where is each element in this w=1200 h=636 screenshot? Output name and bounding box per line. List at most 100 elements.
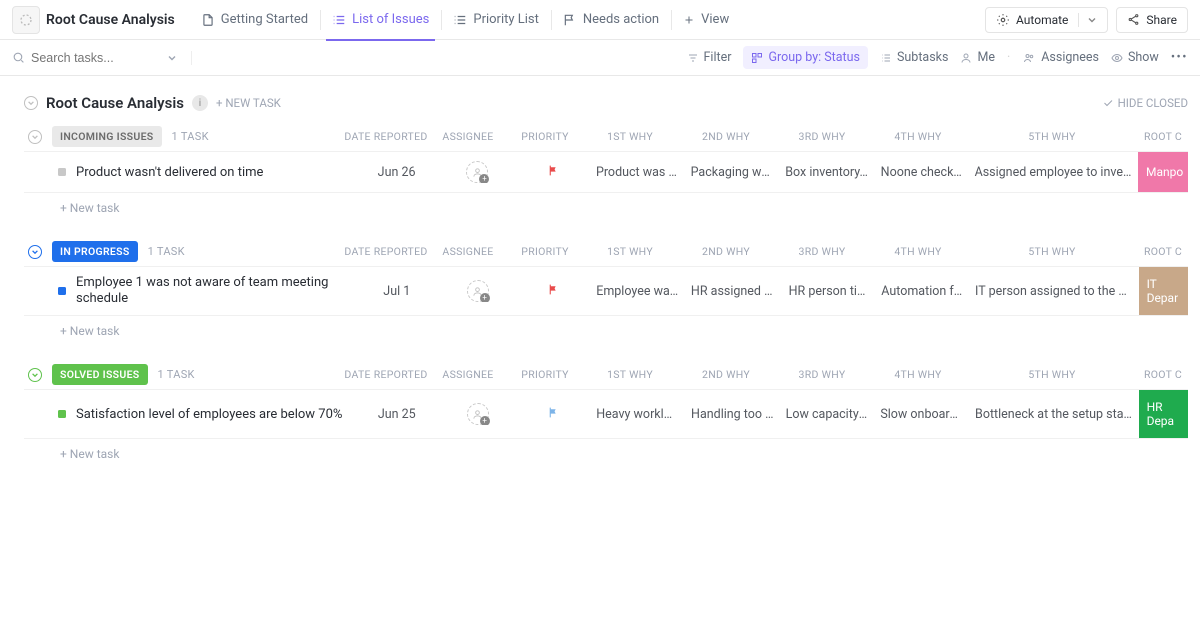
status-pill[interactable]: IN PROGRESS [52, 241, 138, 262]
more-button[interactable]: ••• [1171, 50, 1188, 65]
why2-cell[interactable]: HR assigned t… [685, 284, 780, 299]
tab-needs-action[interactable]: Needs action [551, 0, 671, 40]
subtasks-icon [880, 52, 892, 64]
why1-cell[interactable]: Employee was not … [590, 284, 685, 299]
info-icon[interactable]: i [192, 95, 208, 111]
tab-label: List of Issues [352, 12, 429, 27]
status-pill[interactable]: INCOMING ISSUES [52, 126, 162, 147]
why5-cell[interactable]: Bottleneck at the setup stage of onb… [969, 407, 1139, 422]
root-cause-badge[interactable]: Manpo [1138, 152, 1188, 192]
status-pill[interactable]: SOLVED ISSUES [52, 364, 148, 385]
why1-cell[interactable]: Heavy workload [590, 407, 685, 422]
why3-cell[interactable]: Box inventory… [779, 165, 874, 180]
chevron-down-icon[interactable] [167, 53, 177, 63]
status-square-icon[interactable] [58, 410, 66, 418]
assignee-avatar[interactable] [467, 403, 489, 425]
chevron-down-icon [1087, 15, 1097, 25]
new-task-button[interactable]: + NEW TASK [216, 96, 281, 110]
me-label: Me [977, 50, 995, 65]
why3-cell[interactable]: HR person ti… [780, 284, 875, 299]
task-name: Satisfaction level of employees are belo… [76, 407, 342, 422]
group-header: IN PROGRESS1 TASKDATE REPORTEDASSIGNEEPR… [24, 241, 1188, 262]
root-cause-badge[interactable]: IT Depar [1139, 267, 1188, 315]
assignee-avatar[interactable] [467, 280, 489, 302]
why3-cell[interactable]: Low capacity … [780, 407, 875, 422]
tab-icon [332, 13, 346, 27]
search-icon [12, 51, 25, 64]
task-row[interactable]: Employee 1 was not aware of team meeting… [24, 266, 1188, 316]
collapse-icon[interactable] [28, 130, 42, 144]
hide-closed-button[interactable]: HIDE CLOSED [1102, 96, 1188, 110]
automate-icon [996, 13, 1010, 27]
subtasks-label: Subtasks [897, 50, 948, 65]
search-input[interactable] [31, 51, 161, 65]
tab-icon [563, 13, 577, 27]
task-name: Employee 1 was not aware of team meeting… [76, 275, 355, 308]
assignee-avatar[interactable] [466, 161, 488, 183]
group-header: SOLVED ISSUES1 TASKDATE REPORTEDASSIGNEE… [24, 364, 1188, 385]
task-row[interactable]: Satisfaction level of employees are belo… [24, 389, 1188, 439]
tab-view[interactable]: View [671, 0, 741, 40]
share-label: Share [1146, 13, 1177, 27]
share-button[interactable]: Share [1116, 7, 1188, 33]
group-by-button[interactable]: Group by: Status [743, 46, 868, 69]
show-label: Show [1128, 50, 1159, 65]
status-square-icon[interactable] [58, 287, 66, 295]
root-cause-badge[interactable]: HR Depa [1139, 390, 1188, 438]
tab-icon [453, 13, 467, 27]
page-title: Root Cause Analysis [46, 12, 183, 28]
why4-cell[interactable]: Noone check… [874, 165, 969, 180]
show-button[interactable]: Show [1111, 50, 1159, 65]
task-count: 1 TASK [148, 245, 185, 258]
app-icon[interactable] [12, 6, 40, 34]
why5-cell[interactable]: IT person assigned to the automatio… [969, 284, 1139, 299]
why5-cell[interactable]: Assigned employee to inventory che… [969, 165, 1138, 180]
collapse-icon[interactable] [28, 368, 42, 382]
collapse-icon[interactable] [28, 245, 42, 259]
people-icon [1022, 52, 1036, 64]
new-task-button[interactable]: + New task [24, 193, 1188, 215]
why4-cell[interactable]: Automation f… [874, 284, 969, 299]
check-icon [1102, 97, 1114, 109]
tab-getting-started[interactable]: Getting Started [189, 0, 320, 40]
priority-flag-icon[interactable] [547, 164, 560, 177]
tab-list-of-issues[interactable]: List of Issues [320, 0, 441, 40]
priority-cell[interactable] [517, 164, 590, 181]
tab-icon [683, 14, 695, 26]
automate-button[interactable]: Automate [985, 7, 1108, 33]
priority-flag-icon[interactable] [547, 406, 560, 419]
status-square-icon[interactable] [58, 168, 66, 176]
tabs: Getting Started List of Issues Priority Li… [189, 0, 741, 40]
why2-cell[interactable]: Packaging wa… [685, 165, 780, 180]
assignees-label: Assignees [1041, 50, 1099, 65]
subtasks-button[interactable]: Subtasks [880, 50, 948, 65]
assignee-cell[interactable] [438, 280, 517, 302]
date-cell[interactable]: Jun 25 [355, 407, 438, 422]
tab-label: Needs action [583, 12, 659, 27]
assignees-button[interactable]: Assignees [1022, 50, 1099, 65]
assignee-cell[interactable] [438, 161, 517, 183]
why4-cell[interactable]: Slow onboard… [874, 407, 969, 422]
filter-icon [687, 52, 699, 64]
date-cell[interactable]: Jul 1 [355, 284, 438, 299]
new-task-button[interactable]: + New task [24, 316, 1188, 338]
why1-cell[interactable]: Product was not re… [590, 165, 685, 180]
collapse-icon[interactable] [24, 96, 38, 110]
task-row[interactable]: Product wasn't delivered on timeJun 26Pr… [24, 151, 1188, 193]
tab-priority-list[interactable]: Priority List [441, 0, 551, 40]
assignee-cell[interactable] [438, 403, 517, 425]
hide-closed-label: HIDE CLOSED [1118, 96, 1188, 110]
priority-cell[interactable] [517, 283, 590, 300]
new-task-button[interactable]: + New task [24, 439, 1188, 461]
priority-flag-icon[interactable] [547, 283, 560, 296]
filter-label: Filter [704, 50, 732, 65]
priority-cell[interactable] [517, 406, 590, 423]
why2-cell[interactable]: Handling too … [685, 407, 780, 422]
eye-icon [1111, 52, 1123, 64]
filter-button[interactable]: Filter [687, 50, 732, 65]
tab-label: Priority List [473, 12, 539, 27]
me-button[interactable]: Me [960, 50, 995, 65]
date-cell[interactable]: Jun 26 [355, 165, 438, 180]
tab-icon [201, 13, 215, 27]
share-icon [1127, 13, 1140, 26]
